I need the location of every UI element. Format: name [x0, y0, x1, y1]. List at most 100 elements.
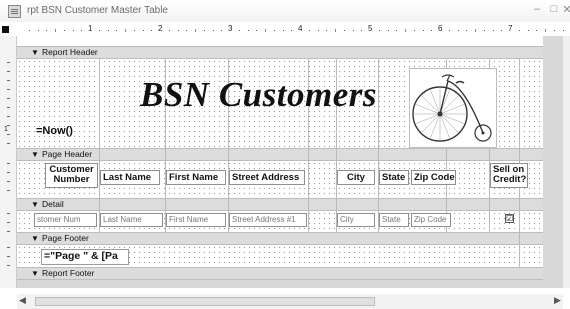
ruler-dot — [282, 30, 284, 31]
ruler-number: 7 — [508, 24, 513, 33]
ruler-dot — [457, 30, 459, 31]
ruler-dot — [361, 30, 363, 31]
section-arrow-icon: ▼ — [31, 48, 39, 57]
ruler-number: 3 — [228, 24, 233, 33]
vertical-scrollbar[interactable] — [563, 36, 570, 288]
ruler-dot — [63, 30, 65, 31]
scroll-left-icon[interactable]: ◀ — [19, 295, 26, 306]
ruler-dot — [492, 30, 494, 31]
ruler-dot — [221, 30, 223, 31]
ruler-dot — [46, 30, 48, 31]
vruler-tick — [7, 265, 10, 266]
page-header-bar[interactable]: ▼ Page Header — [17, 148, 543, 161]
ruler-dot — [212, 30, 214, 31]
minimize-icon[interactable]: – — [530, 3, 544, 15]
ruler-dot — [28, 30, 30, 31]
ruler-dot — [186, 30, 188, 31]
label-state[interactable]: State — [379, 170, 409, 185]
label-sell-on-credit[interactable]: Sell on Credit? — [490, 163, 528, 188]
vruler-number: 1 — [4, 126, 8, 133]
ruler-number: 4 — [298, 24, 303, 33]
vertical-ruler: 1 — [0, 36, 17, 288]
ruler-dot — [501, 30, 503, 31]
maximize-icon[interactable]: □ — [547, 3, 561, 15]
horizontal-scroll-thumb[interactable] — [35, 297, 375, 306]
ruler-dot — [317, 30, 319, 31]
textbox-street-address[interactable]: Street Address #1 — [229, 213, 307, 227]
close-icon[interactable]: ✕ — [560, 3, 570, 16]
ruler-dot — [72, 30, 74, 31]
section-arrow-icon: ▼ — [31, 269, 39, 278]
section-arrow-icon: ▼ — [31, 200, 39, 209]
ruler-dot — [466, 30, 468, 31]
report-header-label: Report Header — [42, 47, 98, 57]
scroll-right-icon[interactable]: ▶ — [554, 295, 561, 306]
report-selector[interactable] — [2, 26, 9, 33]
now-expression-textbox[interactable]: =Now() — [36, 125, 73, 137]
label-zip-code[interactable]: Zip Code — [411, 170, 456, 185]
vruler-tick — [7, 163, 10, 164]
vruler-tick — [7, 247, 10, 248]
title-bar: rpt BSN Customer Master Table – □ ✕ — [0, 0, 570, 22]
ruler-dot — [431, 30, 433, 31]
ruler-dot — [142, 30, 144, 31]
ruler-tick — [405, 29, 406, 32]
vruler-tick — [7, 80, 10, 81]
vruler-tick — [7, 116, 10, 117]
textbox-customer-number[interactable]: stomer Num — [34, 213, 97, 227]
label-first-name[interactable]: First Name — [166, 170, 226, 185]
section-arrow-icon: ▼ — [31, 234, 39, 243]
ruler-dot — [203, 30, 205, 31]
ruler-dot — [308, 30, 310, 31]
textbox-last-name[interactable]: Last Name — [100, 213, 163, 227]
vruler-tick — [7, 213, 10, 214]
ruler-dot — [273, 30, 275, 31]
vruler-tick — [7, 190, 10, 191]
textbox-zip-code[interactable]: Zip Code — [411, 213, 451, 227]
textbox-first-name[interactable]: First Name — [166, 213, 226, 227]
label-customer-number[interactable]: Customer Number — [45, 163, 98, 188]
ruler-dot — [291, 30, 293, 31]
vruler-tick — [7, 143, 10, 144]
penny-farthing-bicycle-image[interactable] — [409, 68, 497, 148]
ruler-dot — [562, 30, 564, 31]
bicycle-icon — [412, 74, 492, 142]
detail-bar[interactable]: ▼ Detail — [17, 198, 543, 211]
label-last-name[interactable]: Last Name — [100, 170, 160, 185]
page-footer-bar[interactable]: ▼ Page Footer — [17, 232, 543, 245]
ruler-number: 1 — [88, 24, 93, 33]
ruler-dot — [518, 30, 520, 31]
report-title[interactable]: BSN Customers — [140, 75, 377, 115]
ruler-tick — [475, 29, 476, 32]
textbox-city[interactable]: City — [337, 213, 375, 227]
vruler-tick — [7, 256, 10, 257]
ruler-dot — [37, 30, 39, 31]
ruler-dot — [326, 30, 328, 31]
ruler-dot — [98, 30, 100, 31]
report-footer-bar[interactable]: ▼ Report Footer — [17, 267, 543, 280]
label-sell-credit-line2: Credit? — [493, 174, 527, 185]
vruler-tick — [7, 89, 10, 90]
window-title: rpt BSN Customer Master Table — [27, 5, 168, 16]
ruler-dot — [107, 30, 109, 31]
label-city[interactable]: City — [337, 170, 375, 185]
sell-on-credit-checkbox[interactable]: ☑ — [505, 214, 514, 223]
ruler-tick — [265, 29, 266, 32]
ruler-tick — [55, 29, 56, 32]
ruler-dot — [151, 30, 153, 31]
report-icon — [8, 5, 21, 18]
label-street-address[interactable]: Street Address — [229, 170, 305, 185]
textbox-state[interactable]: State — [379, 213, 409, 227]
detail-label: Detail — [42, 199, 64, 209]
vruler-tick — [7, 107, 10, 108]
report-header-bar[interactable]: ▼ Report Header — [17, 46, 543, 59]
vruler-tick — [7, 181, 10, 182]
page-number-expression-textbox[interactable]: ="Page " & [Pa — [41, 249, 129, 265]
vruler-tick — [7, 134, 10, 135]
ruler-dot — [527, 30, 529, 31]
report-footer-section — [17, 280, 543, 288]
ruler-number: 2 — [158, 24, 163, 33]
vruler-tick — [7, 231, 10, 232]
ruler-dot — [387, 30, 389, 31]
ruler-dot — [483, 30, 485, 31]
